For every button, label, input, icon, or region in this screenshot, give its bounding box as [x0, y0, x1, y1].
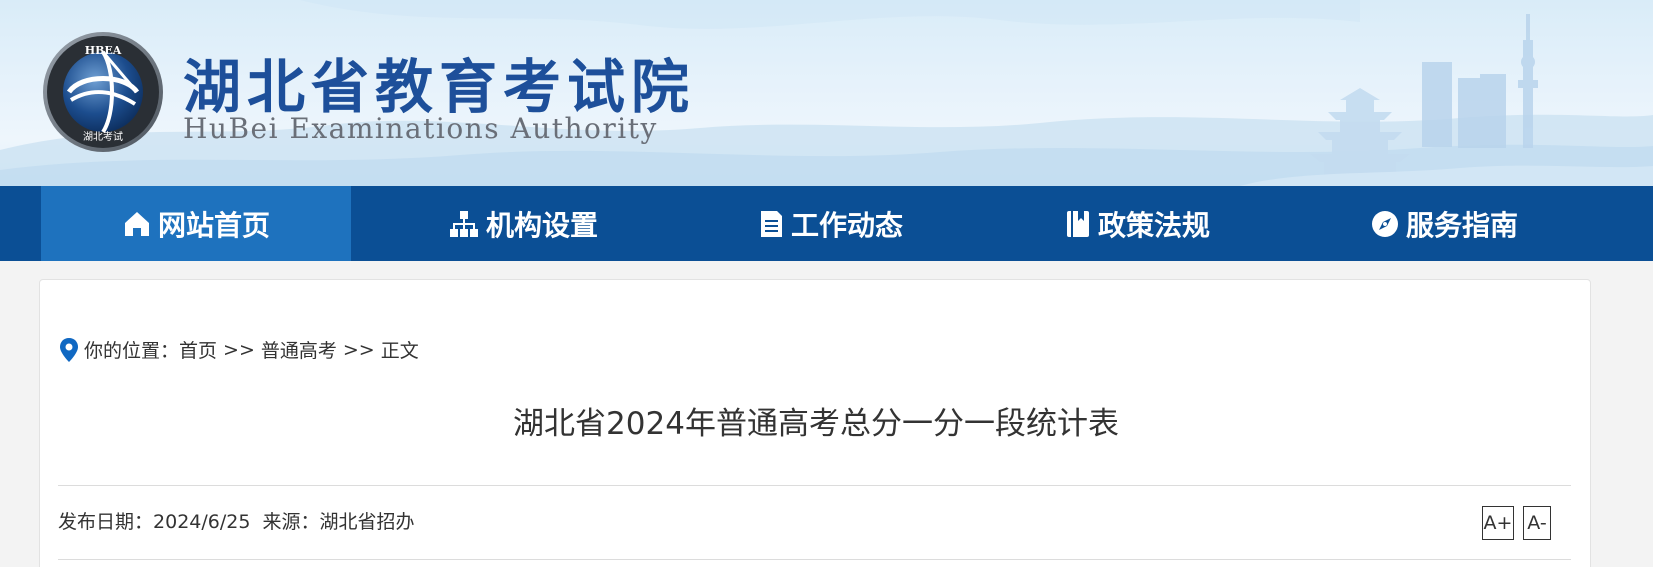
article-panel: 你的位置： 首页 >> 普通高考 >> 正文 湖北省2024年普通高考总分一分一…: [39, 279, 1591, 567]
main-nav: 网站首页 机构设置 工作动态 政策法规 服务指南: [0, 186, 1653, 261]
hbea-logo[interactable]: HBEA 湖北考试: [41, 30, 165, 154]
logo-top-text: HBEA: [85, 44, 122, 57]
breadcrumb-separator: >>: [342, 338, 375, 361]
divider: [58, 485, 1571, 486]
nav-item-service-guide[interactable]: 服务指南: [1289, 186, 1599, 261]
document-icon: [760, 210, 782, 237]
nav-item-label: 机构设置: [485, 208, 598, 242]
source-label: 来源：: [262, 511, 320, 533]
book-icon: [1066, 210, 1089, 237]
article-title: 湖北省2024年普通高考总分一分一段统计表: [513, 406, 1119, 442]
divider: [58, 559, 1571, 560]
font-decrease-button[interactable]: A-: [1523, 506, 1551, 540]
logo-bottom-text: 湖北考试: [83, 130, 123, 143]
location-pin-icon: [60, 337, 78, 362]
site-title-en: HuBei Examinations Authority: [183, 112, 658, 145]
nav-item-organization[interactable]: 机构设置: [368, 186, 678, 261]
nav-item-home[interactable]: 网站首页: [41, 186, 351, 261]
font-increase-button[interactable]: A+: [1482, 506, 1514, 540]
nav-item-label: 网站首页: [157, 208, 270, 242]
header-banner: HBEA 湖北考试 湖北省教育考试院 HuBei Examinations Au…: [0, 0, 1653, 186]
breadcrumb: 你的位置： 首页 >> 普通高考 >> 正文: [58, 336, 419, 363]
breadcrumb-separator: >>: [223, 338, 255, 361]
publish-date: 2024/6/25: [153, 511, 251, 533]
article-meta: 发布日期：2024/6/25 来源：湖北省招办: [58, 507, 421, 534]
breadcrumb-link-gaokao[interactable]: 普通高考: [261, 336, 337, 363]
breadcrumb-link-home[interactable]: 首页: [179, 336, 217, 363]
date-label: 发布日期：: [58, 511, 154, 533]
home-icon: [124, 211, 149, 236]
nav-item-policy[interactable]: 政策法规: [982, 186, 1292, 261]
nav-item-work-news[interactable]: 工作动态: [675, 186, 985, 261]
nav-item-label: 政策法规: [1097, 208, 1210, 242]
nav-item-label: 服务指南: [1405, 208, 1518, 242]
breadcrumb-current: 正文: [380, 340, 419, 362]
breadcrumb-prefix: 你的位置：: [84, 340, 180, 362]
nav-item-label: 工作动态: [790, 208, 903, 242]
compass-icon: [1371, 210, 1398, 237]
org-chart-icon: [449, 210, 478, 237]
source-value: 湖北省招办: [319, 511, 415, 533]
